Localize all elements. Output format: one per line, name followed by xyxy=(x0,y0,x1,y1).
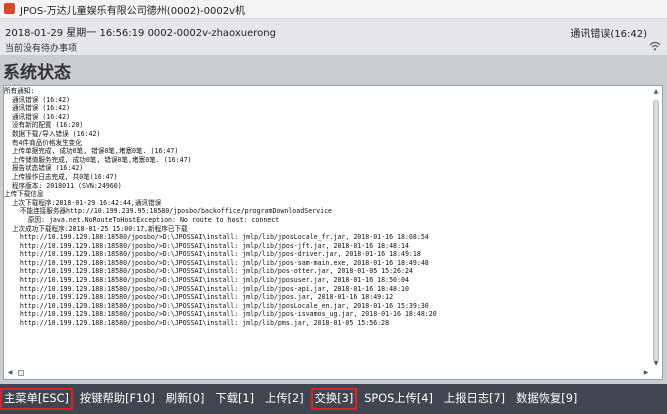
function-key-button[interactable]: 按键帮助[F10] xyxy=(76,388,159,410)
function-key-button[interactable]: SPOS上传[4] xyxy=(360,388,437,410)
vertical-scrollbar[interactable]: ▲ ▼ xyxy=(651,88,661,368)
log-line: http://10.199.129.188:18580/jposbo/>D:\J… xyxy=(4,267,413,276)
log-line: 上传储值服务完成, 成功0笔, 错误0笔,堵塞0笔. (16:47) xyxy=(4,155,192,164)
status-log: 所有通知: 通讯错误 (16:42) 通讯错误 (16:42) 通讯错误 (16… xyxy=(4,86,650,368)
scroll-left-icon[interactable]: ◀ xyxy=(6,368,14,378)
log-line: 上传单据完成, 成功0笔, 错误0笔,堵塞0笔. (16:47) xyxy=(4,147,179,156)
function-key-button[interactable]: 数据恢复[9] xyxy=(512,388,581,410)
window-title: JPOS-万达儿童娱乐有限公司德州(0002)-0002v机 xyxy=(20,6,246,17)
log-line: http://10.199.129.188:18580/jposbo/>D:\J… xyxy=(4,233,429,242)
log-line: http://10.199.129.188:18580/jposbo/>D:\J… xyxy=(4,241,409,250)
log-line: 没有新的配置 (16:20) xyxy=(4,121,84,130)
log-line: http://10.199.129.188:18580/jposbo/>D:\J… xyxy=(4,293,394,302)
scroll-down-icon[interactable]: ▼ xyxy=(652,360,660,368)
log-line: http://10.199.129.188:18580/jposbo/>D:\J… xyxy=(4,250,421,259)
datetime-user-line: 2018-01-29 星期一 16:56:19 0002-0002v-zhaox… xyxy=(5,28,276,39)
log-line: 程序版本: 2018011 (SVN:24960) xyxy=(4,181,122,190)
log-line: 通讯错误 (16:42) xyxy=(4,104,71,113)
horizontal-scrollbar[interactable]: ◀ ▶ xyxy=(6,368,650,378)
function-key-button[interactable]: 刷新[0] xyxy=(162,388,209,410)
log-line: http://10.199.129.188:18580/jposbo/>D:\J… xyxy=(4,301,429,310)
log-line: http://10.199.129.188:18580/jposbo/>D:\J… xyxy=(4,258,429,267)
log-line: http://10.199.129.188:18580/jposbo/>D:\J… xyxy=(4,284,409,293)
log-line: 所有通知: xyxy=(4,87,35,95)
scroll-right-icon[interactable]: ▶ xyxy=(642,368,650,378)
log-line: 通讯错误 (16:42) xyxy=(4,95,71,104)
log-line: 不能连接服务器http://10.199.239.95:18580/jposbo… xyxy=(4,207,333,216)
function-key-button[interactable]: 主菜单[ESC] xyxy=(0,388,73,410)
function-key-button[interactable]: 下载[1] xyxy=(211,388,258,410)
log-line: 上传操作日志完成, 共0笔(16:47) xyxy=(4,172,118,181)
log-line: http://10.199.129.188:18580/jposbo/>D:\J… xyxy=(4,319,390,328)
todo-status: 当前没有待办事项 xyxy=(5,44,78,54)
log-line: 报告状态错误 (16:42) xyxy=(4,164,84,173)
log-line: http://10.199.129.188:18580/jposbo/>D:\J… xyxy=(4,276,409,285)
app-logo-icon xyxy=(4,3,15,14)
info-bar: 2018-01-29 星期一 16:56:19 0002-0002v-zhaox… xyxy=(0,19,667,55)
log-line: 原因: java.net.NoRouteToHostException: No … xyxy=(4,215,280,224)
function-key-bar: 主菜单[ESC] 按键帮助[F10] 刷新[0] 下载[1] 上传[2] 交换[3] SPO… xyxy=(0,384,667,414)
log-line: 上次成功下载程序:2018-01-25 15:00:17,新程序已下载 xyxy=(4,224,188,233)
function-key-button[interactable]: 上报日志[7] xyxy=(440,388,509,410)
log-line: 通讯错误 (16:42) xyxy=(4,112,71,121)
function-key-list: 主菜单[ESC] 按键帮助[F10] 刷新[0] 下载[1] 上传[2] 交换[3] SPO… xyxy=(0,388,584,410)
wifi-icon xyxy=(649,41,661,51)
function-key-button[interactable]: 交换[3] xyxy=(310,388,358,410)
vertical-scroll-thumb[interactable] xyxy=(653,100,659,362)
page-title: 系统状态 xyxy=(3,63,71,83)
function-key-button[interactable]: 上传[2] xyxy=(261,388,308,410)
log-line: 有4件商品价格发生变化 xyxy=(4,138,82,147)
log-line: http://10.199.129.188:18580/jposbo/>D:\J… xyxy=(4,310,437,319)
log-line: 数据下载/导入错误 (16:42) xyxy=(4,129,101,138)
scroll-up-icon[interactable]: ▲ xyxy=(652,88,660,96)
log-line: 上传下载信息 xyxy=(4,190,44,199)
log-panel: 所有通知: 通讯错误 (16:42) 通讯错误 (16:42) 通讯错误 (16… xyxy=(3,85,663,380)
title-bar: JPOS-万达儿童娱乐有限公司德州(0002)-0002v机 xyxy=(0,0,667,19)
connection-status: 通讯错误(16:42) xyxy=(570,29,647,40)
horizontal-scroll-thumb[interactable] xyxy=(18,370,24,376)
